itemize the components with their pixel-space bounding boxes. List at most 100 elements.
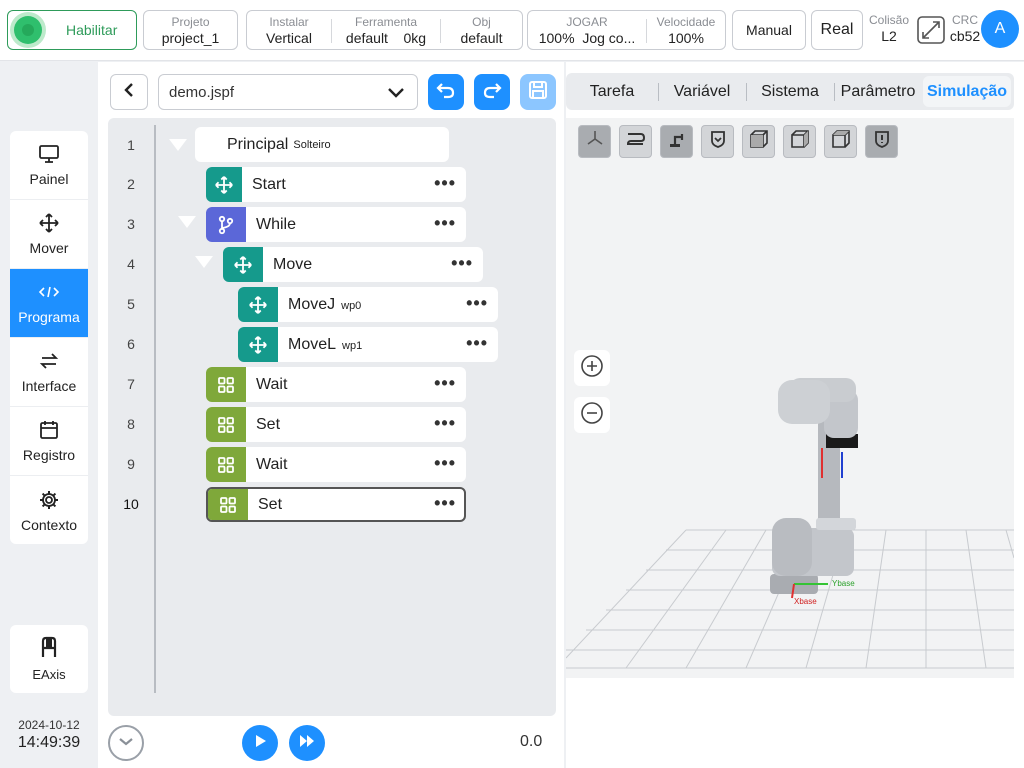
nav-label: Contexto	[20, 516, 78, 533]
nav-label: Interface	[21, 378, 77, 394]
collision-indicator[interactable]: Colisão L2	[866, 13, 912, 45]
view-front-button[interactable]	[742, 125, 775, 158]
redo-icon	[482, 80, 502, 105]
tree-node-set[interactable]: Set •••	[206, 407, 466, 442]
tab-tarefa[interactable]: Tarefa	[566, 73, 658, 110]
view-alert-button[interactable]	[865, 125, 898, 158]
move-arrows-icon	[223, 247, 263, 282]
collapse-panel-button[interactable]	[108, 725, 144, 761]
collision-value: L2	[881, 28, 897, 44]
crc-caption: CRC	[952, 13, 978, 27]
undo-button[interactable]	[428, 74, 464, 110]
fullscreen-icon[interactable]	[917, 16, 945, 49]
zoom-out-button[interactable]	[574, 397, 610, 433]
jog-caption: JOGAR	[566, 15, 608, 29]
nav-item-registro[interactable]: Registro	[10, 407, 88, 476]
zoom-in-button[interactable]	[574, 350, 610, 386]
node-label: While	[256, 215, 297, 233]
play-button[interactable]	[242, 725, 278, 761]
calendar-icon	[38, 419, 60, 441]
save-button[interactable]	[520, 74, 556, 110]
real-button[interactable]: Real	[811, 10, 863, 50]
line-number: 7	[127, 376, 135, 392]
tab-sistema[interactable]: Sistema	[747, 73, 833, 110]
more-icon[interactable]: •••	[434, 214, 456, 232]
more-icon[interactable]: •••	[451, 254, 473, 272]
jog-speed-box[interactable]: JOGAR 100% Jog co... Velocidade 100%	[527, 10, 726, 50]
view-iso-button[interactable]	[578, 125, 611, 158]
node-label: Wait	[256, 375, 288, 393]
tree-node-start[interactable]: Start •••	[206, 167, 466, 202]
jog-percent: 100%	[538, 30, 575, 46]
nav-label: Painel	[29, 171, 69, 187]
more-icon[interactable]: •••	[466, 334, 488, 352]
view-safety-button[interactable]	[701, 125, 734, 158]
view-top-button[interactable]	[824, 125, 857, 158]
tree-node-move[interactable]: Move •••	[223, 247, 483, 282]
tree-node-movel[interactable]: MoveL wp1 •••	[238, 327, 498, 362]
nav-label: Programa	[18, 309, 80, 325]
side-nav: Painel Mover Programa Interface Registro…	[10, 131, 88, 544]
nav-item-interface[interactable]: Interface	[10, 338, 88, 407]
save-icon	[527, 79, 549, 106]
line-number: 9	[127, 456, 135, 472]
collapse-toggle[interactable]	[195, 256, 213, 268]
collision-caption: Colisão	[868, 13, 910, 27]
file-select[interactable]: demo.jspf	[158, 74, 418, 110]
grid-icon	[208, 489, 248, 520]
nav-item-programa[interactable]: Programa	[10, 269, 88, 338]
install-tool-box[interactable]: Instalar Vertical Ferramenta default 0kg…	[246, 10, 523, 50]
tree-root-node[interactable]: Principal Solteiro	[195, 127, 449, 162]
more-icon[interactable]: •••	[434, 374, 456, 392]
eaxis-button[interactable]: EAxis	[10, 625, 88, 693]
view-side-button[interactable]	[783, 125, 816, 158]
jog-mode: Jog co...	[582, 30, 636, 46]
simulation-viewport[interactable]: Xbase Ybase	[565, 118, 1015, 678]
more-icon[interactable]: •••	[434, 174, 456, 192]
enable-button[interactable]: Habilitar	[7, 10, 137, 50]
robot-arm	[770, 378, 858, 599]
collapse-toggle[interactable]	[169, 139, 187, 151]
step-forward-button[interactable]	[289, 725, 325, 761]
path-icon	[625, 129, 647, 154]
back-button[interactable]	[110, 74, 148, 110]
monitor-icon	[38, 143, 60, 165]
nav-item-contexto[interactable]: Contexto	[10, 476, 88, 544]
shield-alert-icon	[872, 129, 892, 154]
view-robot-button[interactable]	[660, 125, 693, 158]
move-arrows-icon	[238, 327, 278, 362]
tree-node-while[interactable]: While •••	[206, 207, 466, 242]
file-name: demo.jspf	[169, 83, 235, 101]
tree-node-set-selected[interactable]: Set •••	[206, 487, 466, 522]
manual-button[interactable]: Manual	[732, 10, 806, 50]
zoom-out-icon	[580, 401, 604, 430]
tree-node-wait[interactable]: Wait •••	[206, 447, 466, 482]
project-box[interactable]: Projeto project_1	[143, 10, 238, 50]
tree-node-wait[interactable]: Wait •••	[206, 367, 466, 402]
more-icon[interactable]: •••	[434, 414, 456, 432]
crc-value: cb52	[949, 28, 981, 44]
grid-icon	[206, 367, 246, 402]
node-label: Move	[273, 255, 313, 273]
tab-variavel[interactable]: Variável	[659, 73, 745, 110]
tree-node-movej[interactable]: MoveJ wp0 •••	[238, 287, 498, 322]
redo-button[interactable]	[474, 74, 510, 110]
nav-item-mover[interactable]: Mover	[10, 200, 88, 269]
move-arrows-icon	[38, 212, 60, 234]
view-path-button[interactable]	[619, 125, 652, 158]
more-icon[interactable]: •••	[434, 454, 456, 472]
more-icon[interactable]: •••	[466, 294, 488, 312]
branch-icon	[206, 207, 246, 242]
play-icon	[252, 733, 268, 754]
line-number: 1	[127, 137, 135, 153]
time-text: 14:49:39	[17, 734, 81, 751]
nav-item-painel[interactable]: Painel	[10, 131, 88, 200]
line-number: 3	[127, 216, 135, 232]
line-number: 2	[127, 176, 135, 192]
collapse-toggle[interactable]	[178, 216, 196, 228]
tab-parametro[interactable]: Parâmetro	[835, 73, 921, 110]
x-axis-label: Xbase	[794, 597, 817, 606]
more-icon[interactable]: •••	[434, 494, 456, 512]
user-avatar[interactable]: A	[981, 10, 1019, 48]
tab-simulacao[interactable]: Simulação	[923, 76, 1011, 107]
